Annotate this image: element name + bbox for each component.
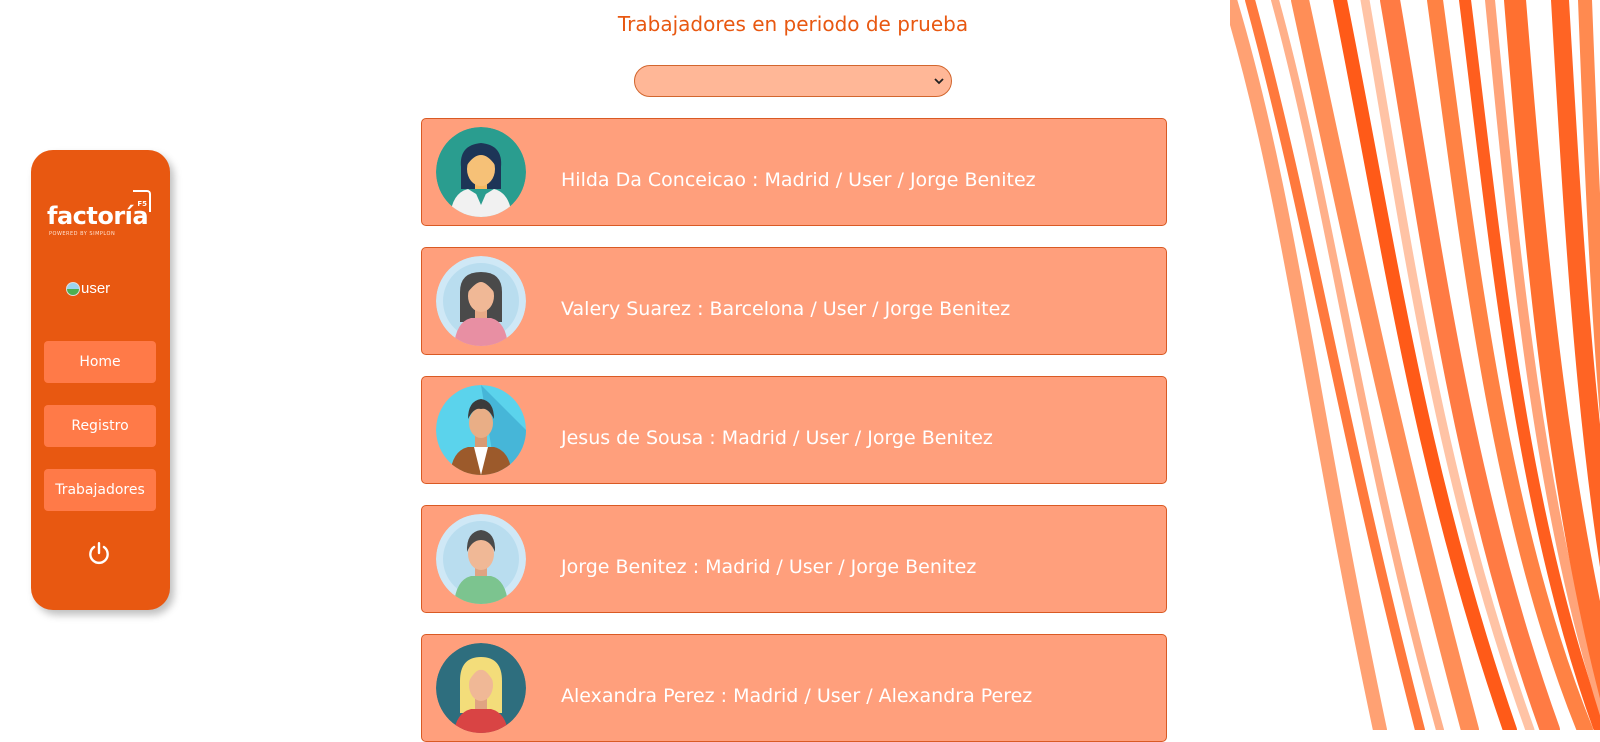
woman-dark-hair-avatar <box>436 256 526 346</box>
worker-card[interactable]: Hilda Da Conceicao : Madrid / User / Jor… <box>421 118 1167 226</box>
nav-trabajadores-button[interactable]: Trabajadores <box>44 469 156 511</box>
woman-doctor-avatar <box>436 127 526 217</box>
sidebar: F5 factoría POWERED BY SIMPLON user Home… <box>31 150 170 610</box>
user-image-alt: user <box>81 279 111 297</box>
worker-info: Valery Suarez : Barcelona / User / Jorge… <box>561 298 1011 320</box>
page-title: Trabajadores en periodo de prueba <box>617 12 969 36</box>
decorative-strands <box>1230 0 1600 730</box>
logo-wordmark: factoría <box>47 202 149 230</box>
worker-card[interactable]: Jesus de Sousa : Madrid / User / Jorge B… <box>421 376 1167 484</box>
power-icon[interactable] <box>86 540 112 566</box>
worker-card[interactable]: Alexandra Perez : Madrid / User / Alexan… <box>421 634 1167 742</box>
man-jacket-avatar <box>436 385 526 475</box>
worker-info: Alexandra Perez : Madrid / User / Alexan… <box>561 685 1033 707</box>
filter-select[interactable] <box>634 65 952 97</box>
worker-card[interactable]: Valery Suarez : Barcelona / User / Jorge… <box>421 247 1167 355</box>
worker-info: Hilda Da Conceicao : Madrid / User / Jor… <box>561 169 1036 191</box>
logo-tagline: POWERED BY SIMPLON <box>49 231 116 237</box>
worker-info: Jesus de Sousa : Madrid / User / Jorge B… <box>561 427 993 449</box>
chevron-down-icon <box>934 78 944 85</box>
woman-blonde-avatar <box>436 643 526 733</box>
user-avatar-broken-image: user <box>66 278 110 298</box>
worker-card[interactable]: Jorge Benitez : Madrid / User / Jorge Be… <box>421 505 1167 613</box>
broken-image-icon <box>66 281 80 296</box>
worker-info: Jorge Benitez : Madrid / User / Jorge Be… <box>561 556 977 578</box>
factoria-logo[interactable]: F5 factoría POWERED BY SIMPLON <box>47 190 151 240</box>
nav-registro-button[interactable]: Registro <box>44 405 156 447</box>
man-green-shirt-avatar <box>436 514 526 604</box>
nav-home-button[interactable]: Home <box>44 341 156 383</box>
